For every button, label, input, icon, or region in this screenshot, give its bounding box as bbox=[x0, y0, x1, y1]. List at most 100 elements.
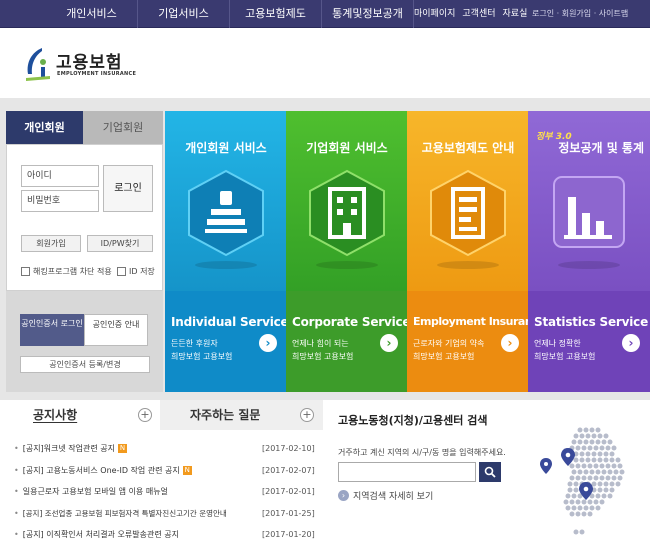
arrow-right-icon[interactable]: › bbox=[380, 334, 398, 352]
nav-personal-service[interactable]: 개인서비스 bbox=[46, 0, 138, 28]
nav-statistics[interactable]: 통계및정보공개 bbox=[322, 0, 414, 28]
tab-notice-label: 공지사항 bbox=[33, 408, 78, 422]
login-button[interactable]: 로그인 bbox=[103, 165, 153, 212]
join-button[interactable]: 회원가입 bbox=[21, 235, 81, 252]
region-search-detail-link[interactable]: › 지역검색 자세히 보기 bbox=[338, 489, 433, 502]
notice-date: [2017-01-25] bbox=[262, 508, 315, 518]
arrow-right-icon[interactable]: › bbox=[501, 334, 519, 352]
notice-item[interactable]: • 일용근로자 고용보험 모바일 앱 이용 매뉴얼 [2017-02-01] bbox=[8, 481, 323, 503]
tile-employment-insurance[interactable]: 고용보험제도 안내 Employment Insurance 근로자와 기업의 … bbox=[407, 111, 529, 392]
tile-shadow bbox=[437, 261, 499, 269]
bullet-icon: • bbox=[14, 508, 19, 518]
tile-bottom: Employment Insurance 근로자와 기업의 약속 희망보험 고용… bbox=[407, 291, 529, 392]
search-description: 거주하고 계신 지역의 시/구/동 명을 입력해주세요. bbox=[338, 448, 506, 457]
tile-title: 개인회원 서비스 bbox=[185, 141, 267, 155]
notice-title: [공지] 이직확인서 처리결과 오류발송관련 공지 bbox=[22, 530, 179, 540]
tab-personal-member[interactable]: 개인회원 bbox=[6, 111, 83, 144]
notice-title: [공지]워크넷 작업관련 공지 bbox=[22, 444, 116, 454]
util-customer-center[interactable]: 고객센터 bbox=[462, 0, 495, 28]
tile-desc-2: 희망보험 고용보험 bbox=[534, 352, 596, 361]
bar-chart-icon bbox=[553, 176, 625, 248]
tile-desc-2: 희망보험 고용보험 bbox=[413, 352, 475, 361]
notice-more-icon[interactable]: + bbox=[138, 408, 152, 422]
faq-more-icon[interactable]: + bbox=[300, 408, 314, 422]
tile-statistics-service[interactable]: 정부 3.0 정보공개 및 통계 Statistics Service 언제나 … bbox=[528, 111, 650, 392]
tile-shadow bbox=[558, 261, 620, 269]
region-search-detail-label: 지역검색 자세히 보기 bbox=[353, 492, 434, 502]
document-icon bbox=[430, 169, 506, 257]
utility-menu: 마이페이지 고객센터 자료실 bbox=[414, 0, 527, 28]
search-button[interactable] bbox=[479, 462, 501, 482]
tile-title: 고용보험제도 안내 bbox=[421, 141, 515, 155]
tab-faq-label: 자주하는 질문 bbox=[190, 408, 261, 422]
notice-item[interactable]: • [공지]워크넷 작업관련 공지 N [2017-02-10] bbox=[8, 438, 323, 460]
new-badge: N bbox=[182, 465, 192, 475]
notice-title: 일용근로자 고용보험 모바일 앱 이용 매뉴얼 bbox=[22, 487, 168, 497]
tile-individual-service[interactable]: 개인회원 서비스 Individual Service 든든한 후원자 희망보험… bbox=[165, 111, 287, 392]
tile-top: 기업회원 서비스 bbox=[286, 111, 408, 291]
tile-shadow bbox=[195, 261, 257, 269]
tile-desc-1: 근로자와 기업의 약속 bbox=[413, 339, 485, 348]
checkbox-icon bbox=[117, 267, 126, 276]
find-id-pw-button[interactable]: ID/PW찾기 bbox=[87, 235, 153, 252]
util-mypage[interactable]: 마이페이지 bbox=[414, 0, 455, 28]
block-hacking-checkbox[interactable]: 해킹프로그램 차단 적용 bbox=[21, 266, 112, 277]
tile-shadow bbox=[316, 261, 378, 269]
notice-list: • [공지]워크넷 작업관련 공지 N [2017-02-10] • [공지] 고용노동… bbox=[8, 438, 323, 546]
tile-top: 고용보험제도 안내 bbox=[407, 111, 529, 291]
notice-date: [2017-01-20] bbox=[262, 530, 315, 540]
bullet-icon: • bbox=[14, 530, 19, 540]
tab-business-member[interactable]: 기업회원 bbox=[83, 111, 163, 144]
tile-corporate-service[interactable]: 기업회원 서비스 Corporate Service 언제나 힘이 되는 희망보… bbox=[286, 111, 408, 392]
site-logo[interactable]: 고용보험 EMPLOYMENT INSURANCE bbox=[22, 46, 142, 86]
notice-title: [공지] 조선업종 고용보험 피보험자격 특별자진신고기간 운영안내 bbox=[22, 508, 227, 518]
tile-bottom: Statistics Service 언제나 정확한 희망보험 고용보험 › bbox=[528, 291, 650, 392]
save-id-label: ID 저장 bbox=[129, 267, 155, 276]
nav-business-service[interactable]: 기업서비스 bbox=[138, 0, 230, 28]
tab-faq[interactable]: 자주하는 질문 bbox=[160, 400, 323, 430]
tile-english-title: Corporate Service bbox=[292, 315, 408, 329]
center-search: 고용노동청(지청)/고용센터 검색 거주하고 계신 지역의 시/구/동 명을 입… bbox=[326, 400, 650, 546]
tile-desc-2: 희망보험 고용보험 bbox=[171, 352, 233, 361]
tile-english-title: Employment Insurance bbox=[413, 315, 529, 328]
search-title: 고용노동청(지청)/고용센터 검색 bbox=[338, 414, 488, 427]
save-id-checkbox[interactable]: ID 저장 bbox=[117, 266, 155, 277]
tile-bottom: Corporate Service 언제나 힘이 되는 희망보험 고용보험 › bbox=[286, 291, 408, 392]
top-bar: 개인서비스 기업서비스 고용보험제도 통계및정보공개 마이페이지 고객센터 자료… bbox=[0, 0, 650, 28]
cert-register-button[interactable]: 공인인증서 등록/변경 bbox=[20, 356, 150, 373]
tile-top: 개인회원 서비스 bbox=[165, 111, 287, 291]
block-hacking-label: 해킹프로그램 차단 적용 bbox=[33, 267, 112, 276]
id-input[interactable]: 아이디 bbox=[21, 165, 99, 187]
notice-title: [공지] 고용노동서비스 One-ID 작업 관련 공지 bbox=[22, 465, 180, 475]
bullet-icon: • bbox=[14, 487, 19, 497]
tile-title: 정보공개 및 통계 bbox=[558, 141, 644, 155]
checkbox-icon bbox=[21, 267, 30, 276]
tile-english-title: Individual Service bbox=[171, 315, 287, 329]
util-archive[interactable]: 자료실 bbox=[503, 0, 528, 28]
region-search-input[interactable] bbox=[338, 462, 476, 482]
cert-info-button[interactable]: 공인인증 안내 bbox=[84, 314, 148, 346]
notice-item[interactable]: • [공지] 고용노동서비스 One-ID 작업 관련 공지 N [2017-02-0… bbox=[8, 460, 323, 482]
notice-item[interactable]: • [공지] 이직확인서 처리결과 오류발송관련 공지 [2017-01-20] bbox=[8, 524, 323, 546]
tile-bottom: Individual Service 든든한 후원자 희망보험 고용보험 › bbox=[165, 291, 287, 392]
cert-login-button[interactable]: 공인인증서 로그인 bbox=[20, 314, 84, 346]
notice-item[interactable]: • [공지] 조선업종 고용보험 피보험자격 특별자진신고기간 운영안내 [2017… bbox=[8, 503, 323, 525]
arrow-right-icon[interactable]: › bbox=[622, 334, 640, 352]
tile-desc-1: 언제나 힘이 되는 bbox=[292, 339, 349, 348]
logo-mark-icon bbox=[26, 48, 50, 81]
logo-subtitle: EMPLOYMENT INSURANCE bbox=[57, 71, 137, 77]
notice-date: [2017-02-01] bbox=[262, 487, 315, 497]
notice-date: [2017-02-10] bbox=[262, 444, 315, 454]
password-input[interactable]: 비밀번호 bbox=[21, 190, 99, 212]
login-form: 아이디 비밀번호 로그인 회원가입 ID/PW찾기 해킹프로그램 차단 적용 I… bbox=[6, 144, 163, 291]
login-panel: 개인회원 기업회원 아이디 비밀번호 로그인 회원가입 ID/PW찾기 해킹프로… bbox=[6, 111, 163, 392]
tab-notice[interactable]: 공지사항 bbox=[8, 400, 158, 430]
utility-sub[interactable]: 로그인 · 회원가입 · 사이트맵 bbox=[532, 0, 628, 28]
korea-map-icon[interactable] bbox=[540, 420, 644, 546]
nav-insurance-system[interactable]: 고용보험제도 bbox=[230, 0, 322, 28]
certificate-area: 공인인증서 로그인 공인인증 안내 공인인증서 등록/변경 bbox=[6, 291, 163, 392]
arrow-right-icon[interactable]: › bbox=[259, 334, 277, 352]
bullet-icon: • bbox=[14, 465, 19, 475]
top-nav: 개인서비스 기업서비스 고용보험제도 통계및정보공개 bbox=[46, 0, 414, 28]
tile-top: 정부 3.0 정보공개 및 통계 bbox=[528, 111, 650, 291]
